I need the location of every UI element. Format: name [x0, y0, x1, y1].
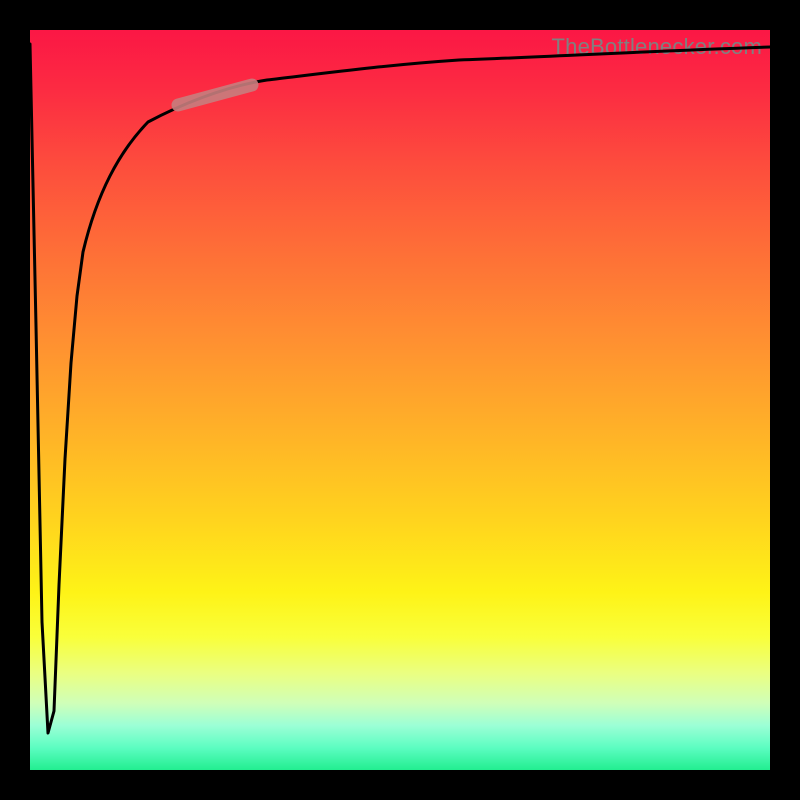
- chart-marker-segment: [178, 85, 252, 105]
- chart-svg: [30, 30, 770, 770]
- plot-area: TheBottlenecker.com: [30, 30, 770, 770]
- chart-curve: [30, 44, 770, 733]
- chart-frame: TheBottlenecker.com: [0, 0, 800, 800]
